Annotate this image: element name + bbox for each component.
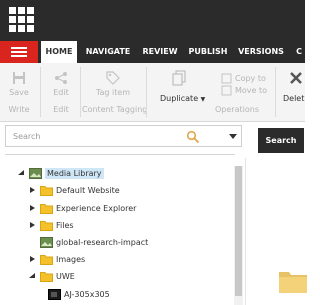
hamburger-icon[interactable] (0, 41, 38, 63)
copy-to-button[interactable]: Copy to (235, 74, 266, 83)
duplicate-dropdown[interactable]: Duplicate ▼ (160, 94, 205, 103)
collapsed-arrow-icon[interactable] (28, 255, 36, 263)
scrollbar-thumb[interactable] (235, 166, 242, 296)
tab-review[interactable]: REVIEW (140, 41, 180, 63)
folder-icon (40, 203, 53, 214)
top-header (0, 0, 305, 41)
image-icon (40, 236, 53, 248)
operations-group-label: Operations (215, 105, 259, 114)
tree-item-label: Media Library (45, 167, 104, 179)
tab-home[interactable]: HOME (41, 41, 77, 63)
share-icon (55, 72, 67, 84)
folder-icon (40, 271, 53, 282)
expanded-arrow-icon[interactable] (17, 169, 25, 177)
tree-item-label: Files (56, 220, 74, 230)
ribbon-separator (80, 67, 81, 117)
tree-root-media-library[interactable]: Media Library (17, 165, 104, 181)
save-icon (13, 72, 25, 84)
tree-item-uwe[interactable]: UWE (28, 268, 75, 284)
edit-group-label: Edit (53, 105, 69, 114)
ribbon-tab-bar: HOME NAVIGATE REVIEW PUBLISH VERSIONS C (0, 41, 305, 63)
duplicate-label: Duplicate (160, 94, 199, 103)
tree-item-experience-explorer[interactable]: Experience Explorer (28, 200, 136, 216)
folder-icon (40, 185, 53, 196)
folder-icon (40, 220, 53, 231)
ribbon-separator (275, 67, 276, 117)
collapsed-arrow-icon[interactable] (28, 204, 36, 212)
tab-more[interactable]: C (292, 41, 306, 63)
divider (5, 154, 235, 155)
tree-item-label: Images (56, 254, 86, 264)
ribbon-commands: Save Write Edit Edit Tag item Content Ta… (0, 63, 305, 122)
tree-item-images[interactable]: Images (28, 251, 85, 267)
collapsed-arrow-icon[interactable] (28, 186, 36, 194)
tab-publish[interactable]: PUBLISH (186, 41, 230, 63)
write-group-label: Write (8, 105, 30, 114)
chevron-down-icon[interactable] (227, 130, 239, 142)
tab-navigate[interactable]: NAVIGATE (82, 41, 134, 63)
tree-item-files[interactable]: Files (28, 217, 74, 233)
save-label: Save (9, 88, 29, 97)
search-box (5, 125, 242, 147)
tree-item-global-research-impact[interactable]: global-research-impact (40, 234, 148, 250)
tree-item-label: global-research-impact (56, 237, 149, 247)
folder-icon (40, 254, 53, 265)
move-icon (221, 85, 232, 96)
delete-button[interactable]: Delet (280, 63, 310, 122)
ribbon-separator (40, 67, 41, 117)
delete-label: Delet (283, 94, 305, 103)
tag-icon (106, 71, 120, 85)
logo-grid-icon[interactable] (9, 7, 35, 33)
search-icon[interactable] (186, 130, 200, 144)
tree-item-aj-305x305[interactable]: AJ-305x305 (48, 286, 110, 302)
content-tagging-group-label: Content Tagging (82, 105, 148, 114)
expanded-arrow-icon[interactable] (28, 272, 36, 280)
tree-item-label: AJ-305x305 (64, 289, 110, 299)
search-input[interactable] (6, 126, 171, 146)
tree-item-label: Default Website (56, 185, 120, 195)
copy-icon (221, 73, 232, 84)
tree-item-label: Experience Explorer (56, 203, 137, 213)
move-to-button[interactable]: Move to (235, 86, 267, 95)
collapsed-arrow-icon[interactable] (28, 221, 36, 229)
edit-button[interactable]: Edit Edit (44, 63, 78, 122)
tag-item-label: Tag item (95, 88, 131, 97)
delete-icon (290, 72, 302, 84)
search-button[interactable]: Search (258, 128, 304, 153)
tree-scrollbar[interactable] (234, 166, 243, 305)
image-icon (29, 167, 42, 179)
save-button[interactable]: Save Write (0, 63, 38, 122)
tag-item-button[interactable]: Tag item Content Tagging (82, 63, 148, 122)
folder-icon (279, 272, 307, 293)
ribbon-separator (146, 67, 147, 117)
duplicate-icon (172, 70, 186, 86)
chevron-down-icon: ▼ (200, 96, 206, 103)
image-icon (48, 288, 61, 300)
tree-item-default-website[interactable]: Default Website (28, 182, 120, 198)
edit-label: Edit (53, 88, 69, 97)
tab-versions[interactable]: VERSIONS (236, 41, 286, 63)
tree-item-label: UWE (56, 271, 75, 281)
